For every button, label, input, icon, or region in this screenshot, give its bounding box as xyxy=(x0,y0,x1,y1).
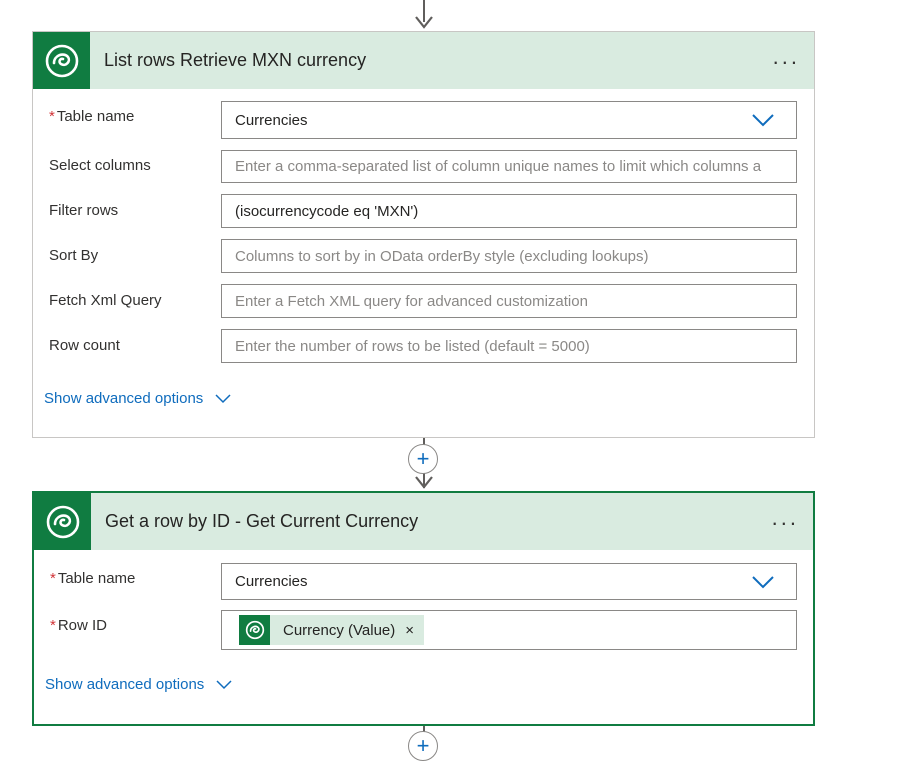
show-advanced-options-link[interactable]: Show advanced options xyxy=(44,390,231,407)
arrow-down-icon xyxy=(415,16,433,29)
sort-by-placeholder: Columns to sort by in OData orderBy styl… xyxy=(235,247,649,265)
required-marker: * xyxy=(50,617,56,634)
list-rows-action-card: List rows Retrieve MXN currency ... * Tab… xyxy=(32,31,815,438)
remove-token-icon[interactable]: × xyxy=(405,622,414,639)
table-name-value: Currencies xyxy=(235,573,308,590)
dataverse-icon xyxy=(239,615,270,645)
row-count-input[interactable]: Enter the number of rows to be listed (d… xyxy=(221,329,797,363)
row-id-label-text: Row ID xyxy=(57,617,108,634)
chevron-down-icon xyxy=(752,114,774,127)
dynamic-content-token[interactable]: Currency (Value) × xyxy=(239,615,425,645)
dataverse-icon xyxy=(34,493,91,550)
select-columns-label: Select columns xyxy=(49,157,151,174)
arrow-down-icon xyxy=(415,476,433,489)
card-header[interactable]: Get a row by ID - Get Current Currency .… xyxy=(34,493,813,550)
filter-rows-input[interactable]: (isocurrencycode eq 'MXN') xyxy=(221,194,797,228)
more-options-icon[interactable]: ... xyxy=(772,507,799,529)
card-header[interactable]: List rows Retrieve MXN currency ... xyxy=(33,32,814,89)
select-columns-placeholder: Enter a comma-separated list of column u… xyxy=(235,158,762,175)
table-name-dropdown[interactable]: Currencies xyxy=(221,563,797,600)
fetch-xml-placeholder: Enter a Fetch XML query for advanced cus… xyxy=(235,292,588,310)
filter-rows-label: Filter rows xyxy=(49,202,119,219)
select-columns-input[interactable]: Enter a comma-separated list of column u… xyxy=(221,150,797,183)
table-name-label-text: Table name xyxy=(56,108,135,125)
row-count-label: Row count xyxy=(49,337,120,354)
chevron-down-icon xyxy=(216,679,232,689)
row-id-input[interactable]: Currency (Value) × xyxy=(221,610,797,650)
table-name-label: * Table name xyxy=(49,108,134,125)
sort-by-input[interactable]: Columns to sort by in OData orderBy styl… xyxy=(221,239,797,273)
token-label: Currency (Value) xyxy=(283,621,396,639)
table-name-label-text: Table name xyxy=(57,570,136,587)
show-advanced-options-text: Show advanced options xyxy=(45,676,205,693)
fetch-xml-input[interactable]: Enter a Fetch XML query for advanced cus… xyxy=(221,284,797,318)
fetch-xml-label: Fetch Xml Query xyxy=(49,292,162,309)
required-marker: * xyxy=(50,570,56,587)
sort-by-label: Sort By xyxy=(49,247,99,264)
card-title: List rows Retrieve MXN currency xyxy=(104,50,367,70)
show-advanced-options-link[interactable]: Show advanced options xyxy=(45,676,232,693)
row-id-label: * Row ID xyxy=(50,617,107,634)
required-marker: * xyxy=(49,108,55,125)
row-count-placeholder: Enter the number of rows to be listed (d… xyxy=(235,337,590,355)
chevron-down-icon xyxy=(752,576,774,589)
plus-icon: + xyxy=(416,733,430,758)
chevron-down-icon xyxy=(215,393,231,403)
table-name-value: Currencies xyxy=(235,111,308,129)
add-step-button[interactable]: + xyxy=(408,444,438,474)
table-name-dropdown[interactable]: Currencies xyxy=(221,101,797,139)
dataverse-icon xyxy=(33,32,90,89)
table-name-label: * Table name xyxy=(50,570,135,587)
filter-rows-value: (isocurrencycode eq 'MXN') xyxy=(235,202,419,220)
show-advanced-options-text: Show advanced options xyxy=(44,390,204,407)
more-options-icon[interactable]: ... xyxy=(773,46,800,68)
add-step-button[interactable]: + xyxy=(408,731,438,761)
plus-icon: + xyxy=(416,446,430,471)
get-row-by-id-action-card: Get a row by ID - Get Current Currency .… xyxy=(32,491,815,726)
card-title: Get a row by ID - Get Current Currency xyxy=(105,511,419,531)
